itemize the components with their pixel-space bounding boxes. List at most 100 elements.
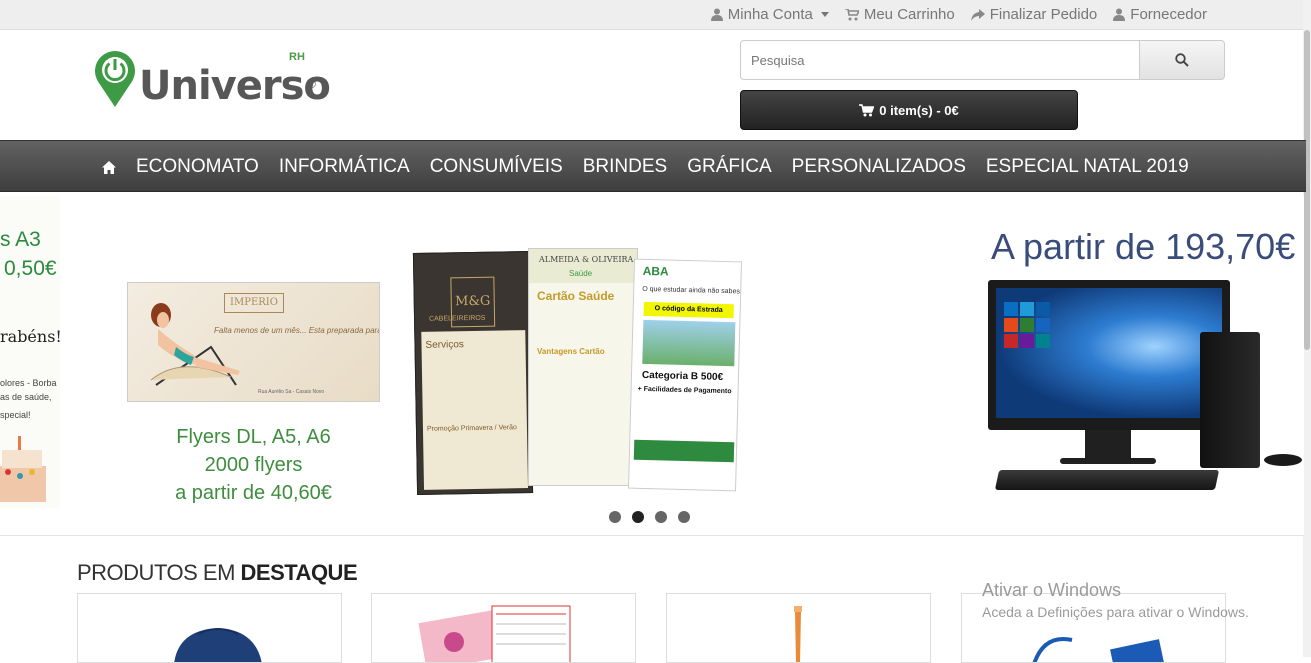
user-icon — [1113, 8, 1126, 21]
my-account-link[interactable]: Minha Conta — [710, 6, 829, 23]
cart-icon — [859, 103, 875, 116]
sample-card-driving-school: ABA O que estudar ainda não sabes? O cód… — [628, 258, 742, 492]
card-green-bar — [633, 439, 735, 463]
flyer-caption-line1: Flyers DL, A5, A6 — [176, 426, 331, 448]
logo-registered-mark: ® — [307, 77, 316, 91]
user-icon — [710, 8, 723, 21]
pc-price-text: A partir de 193,70€ — [991, 226, 1296, 267]
mouse-image — [1264, 454, 1302, 466]
peek-text-line1: s A3 — [0, 228, 41, 251]
card-info-panel: CABELEIREIROS Serviços Promoção Primaver… — [421, 315, 529, 490]
card-services: Serviços — [425, 339, 464, 351]
monitor-stand — [1085, 430, 1131, 460]
flyer-caption-line2: 2000 flyers — [204, 454, 303, 476]
nav-item-grafica[interactable]: GRÁFICA — [687, 156, 771, 178]
business-card-samples: M&G CABELEIREIROS Serviços Promoção Prim… — [412, 246, 745, 496]
product-card-2[interactable] — [371, 593, 636, 663]
featured-products-heading: PRODUTOS EM DESTAQUE — [77, 560, 358, 586]
peek-small-text: as de saúde, — [0, 392, 52, 402]
heading-bold: DESTAQUE — [240, 560, 358, 585]
carousel-dot-2[interactable] — [632, 511, 644, 523]
tile — [1020, 318, 1034, 332]
previous-slide-peek: s A3 0,50€ rabéns! olores - Borba as de … — [0, 196, 60, 508]
calendar-product-image — [418, 605, 571, 662]
cart-summary-label: 0 item(s) - 0€ — [879, 102, 959, 118]
card-advantages: Vantagens Cartão — [537, 347, 605, 356]
card-title: Cartão Saúde — [537, 289, 615, 303]
card-promo: Promoção Primavera / Verão — [426, 424, 517, 433]
nav-item-brindes[interactable]: BRINDES — [583, 156, 667, 178]
cart-summary-button[interactable]: 0 item(s) - 0€ — [740, 90, 1078, 130]
desktop-tower-image — [1200, 332, 1260, 468]
tile — [1036, 302, 1050, 316]
flyer-caption-line3: a partir de 40,60€ — [175, 482, 332, 504]
tile — [1004, 334, 1018, 348]
site-logo[interactable]: Universo RH ® — [93, 49, 331, 111]
cart-icon — [844, 8, 859, 20]
nav-item-informatica[interactable]: INFORMÁTICA — [279, 156, 410, 178]
top-bar: Minha Conta Meu Carrinho Finalizar Pedid… — [0, 0, 1303, 30]
keyboard-image — [994, 470, 1220, 490]
promo-carousel[interactable]: s A3 0,50€ rabéns! olores - Borba as de … — [0, 196, 1304, 536]
tile — [1036, 334, 1050, 348]
nav-home[interactable] — [102, 160, 116, 174]
my-cart-link[interactable]: Meu Carrinho — [844, 6, 955, 23]
desktop-monitor-image — [988, 280, 1230, 430]
flyer-sample-image: IMPERIO Falta menos de um mês... Esta pr… — [127, 282, 380, 402]
peek-text-line3: rabéns! — [0, 327, 60, 346]
cap-product-image — [174, 628, 262, 662]
main-navigation: ECONOMATO INFORMÁTICA CONSUMÍVEIS BRINDE… — [0, 140, 1306, 192]
logo-superscript: RH — [289, 51, 305, 63]
peek-small-text: olores - Borba — [0, 378, 57, 388]
tile — [1020, 334, 1034, 348]
logo-wordmark: Universo — [139, 63, 331, 109]
card-subtitle: CABELEIREIROS — [428, 314, 486, 323]
nav-items: ECONOMATO INFORMÁTICA CONSUMÍVEIS BRINDE… — [102, 141, 1189, 193]
power-pin-icon — [95, 50, 135, 107]
monitor-stand-base — [1060, 458, 1156, 464]
card-photo — [642, 319, 736, 367]
windows-activation-watermark: Ativar o Windows Aceda a Definições para… — [982, 580, 1249, 620]
card-brand: ABA — [642, 263, 669, 279]
nav-item-economato[interactable]: ECONOMATO — [136, 156, 259, 178]
tile — [1004, 318, 1018, 332]
nav-item-especial-natal[interactable]: ESPECIAL NATAL 2019 — [986, 156, 1189, 178]
tile — [1020, 302, 1034, 316]
product-card-3[interactable] — [666, 593, 931, 663]
page-scrollbar[interactable] — [1303, 0, 1311, 657]
carousel-dot-1[interactable] — [609, 511, 621, 523]
home-icon — [102, 160, 116, 174]
pen-product-image — [794, 606, 802, 662]
pinup-illustration — [150, 303, 240, 386]
card-category: Categoria B 500€ — [641, 369, 724, 383]
watermark-subtitle: Aceda a Definições para ativar o Windows… — [982, 604, 1249, 620]
tile — [1036, 318, 1050, 332]
supplier-link[interactable]: Fornecedor — [1113, 6, 1207, 23]
peek-small-text: special! — [0, 410, 31, 420]
sample-card-salon: M&G CABELEIREIROS Serviços Promoção Prim… — [412, 251, 534, 495]
nav-item-personalizados[interactable]: PERSONALIZADOS — [792, 156, 966, 178]
supplier-label: Fornecedor — [1130, 6, 1207, 23]
card-banner: O código da Estrada — [643, 301, 734, 319]
search-input[interactable] — [740, 40, 1140, 80]
monitor-screen — [996, 288, 1222, 418]
carousel-dot-3[interactable] — [655, 511, 667, 523]
nav-item-consumiveis[interactable]: CONSUMÍVEIS — [430, 156, 563, 178]
card-payment: + Facilidades de Pagamento — [637, 385, 732, 396]
flyer-footer: Rua Aurélio Sa - Casais Novo — [258, 389, 325, 395]
heading-light: PRODUTOS EM — [77, 560, 241, 585]
watermark-title: Ativar o Windows — [982, 580, 1122, 600]
my-account-label: Minha Conta — [727, 6, 813, 23]
checkout-link[interactable]: Finalizar Pedido — [970, 6, 1097, 23]
my-cart-label: Meu Carrinho — [863, 6, 955, 23]
product-card-1[interactable] — [77, 593, 342, 663]
carousel-indicators — [609, 511, 690, 523]
top-links: Minha Conta Meu Carrinho Finalizar Pedid… — [710, 6, 1207, 23]
card-question: O que estudar ainda não sabes? — [642, 285, 742, 296]
card-sub: Saúde — [569, 269, 593, 278]
search-button[interactable] — [1140, 40, 1225, 80]
carousel-dot-4[interactable] — [678, 511, 690, 523]
search-bar — [740, 40, 1225, 80]
tile — [1004, 302, 1018, 316]
sample-card-health: ALMEIDA & OLIVEIRA Saúde Cartão Saúde Va… — [528, 248, 638, 486]
